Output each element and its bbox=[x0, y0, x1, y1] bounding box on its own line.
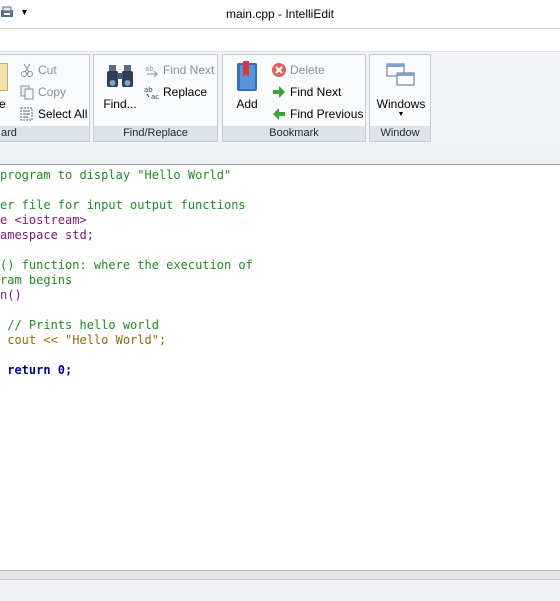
copy-button[interactable]: Copy bbox=[19, 83, 66, 101]
cut-icon bbox=[19, 62, 35, 78]
svg-text:ac: ac bbox=[151, 93, 159, 100]
replace-icon: ab ac bbox=[144, 84, 160, 101]
bookmark-group-label: Bookmark bbox=[223, 126, 365, 141]
code-line-11: // Prints hello world bbox=[0, 318, 159, 332]
select-all-label: Select All bbox=[38, 107, 88, 121]
code-line-1: program to display "Hello World" bbox=[0, 168, 232, 182]
windows-dropdown-icon: ▼ bbox=[397, 111, 405, 118]
document-tab-bar bbox=[0, 144, 560, 165]
window-title: main.cpp - IntelliEdit bbox=[225, 7, 335, 21]
code-line-4: e <iostream> bbox=[0, 213, 87, 227]
cut-label: Cut bbox=[38, 63, 57, 77]
find-next-button[interactable]: ab Find Next bbox=[144, 61, 214, 79]
code-line-3: er file for input output functions bbox=[0, 198, 246, 212]
clipboard-group: e Cut Copy Select All ard bbox=[0, 54, 90, 142]
bookmark-find-next-button[interactable]: Find Next bbox=[271, 83, 341, 101]
find-label: Find... bbox=[103, 97, 137, 111]
bookmark-find-previous-label: Find Previous bbox=[290, 107, 364, 121]
find-replace-group: Find... ab Find Next ab ac Replace Find/R… bbox=[93, 54, 218, 142]
window-group-label: Window bbox=[370, 126, 430, 141]
bookmark-find-previous-button[interactable]: Find Previous bbox=[271, 105, 363, 123]
cut-button[interactable]: Cut bbox=[19, 61, 57, 79]
arrow-left-icon bbox=[271, 106, 287, 122]
ribbon: e Cut Copy Select All ard Find... ab Fin… bbox=[0, 51, 560, 145]
code-line-8: ram begins bbox=[0, 273, 73, 287]
copy-label: Copy bbox=[38, 85, 67, 99]
status-bar bbox=[0, 579, 560, 601]
code-content: program to display "Hello World" er file… bbox=[0, 168, 253, 378]
svg-text:ab: ab bbox=[145, 65, 154, 73]
clipboard-group-label: ard bbox=[0, 126, 89, 141]
code-line-5: amespace std; bbox=[0, 228, 94, 242]
window-group: Windows ▼ Window bbox=[369, 54, 431, 142]
windows-button[interactable]: Windows ▼ bbox=[372, 61, 430, 119]
code-line-12: cout << "Hello World"; bbox=[0, 333, 167, 347]
code-line-9: n() bbox=[0, 288, 22, 302]
bookmark-icon bbox=[231, 61, 263, 93]
code-editor[interactable]: program to display "Hello World" er file… bbox=[0, 165, 560, 570]
select-all-icon bbox=[19, 106, 35, 122]
paste-icon bbox=[0, 63, 8, 91]
binoculars-icon bbox=[104, 61, 136, 93]
horizontal-scrollbar[interactable] bbox=[0, 570, 560, 579]
add-label: Add bbox=[236, 97, 258, 111]
replace-label: Replace bbox=[163, 85, 208, 99]
windows-icon bbox=[385, 61, 417, 93]
paste-label: e bbox=[0, 97, 6, 111]
title-bar: ▼ main.cpp - IntelliEdit bbox=[0, 0, 560, 29]
select-all-button[interactable]: Select All bbox=[19, 105, 87, 123]
copy-icon bbox=[19, 84, 35, 100]
arrow-right-icon bbox=[271, 84, 287, 100]
windows-label: Windows bbox=[376, 97, 426, 111]
paste-button[interactable]: e bbox=[0, 63, 11, 123]
find-button[interactable]: Find... bbox=[100, 61, 140, 111]
find-next-icon: ab bbox=[144, 62, 160, 78]
find-replace-group-label: Find/Replace bbox=[94, 126, 217, 141]
replace-button[interactable]: ab ac Replace bbox=[144, 83, 207, 101]
delete-label: Delete bbox=[290, 63, 325, 77]
bookmark-find-next-label: Find Next bbox=[290, 85, 342, 99]
code-line-14: return 0; bbox=[0, 363, 73, 377]
find-next-label: Find Next bbox=[163, 63, 215, 77]
bookmark-group: Add Delete Find Next Find Previous Bookm… bbox=[222, 54, 366, 142]
ribbon-tab-strip bbox=[0, 29, 560, 51]
delete-bookmark-button[interactable]: Delete bbox=[271, 61, 325, 79]
delete-icon bbox=[271, 62, 287, 78]
code-line-7: () function: where the execution of bbox=[0, 258, 253, 272]
add-bookmark-button[interactable]: Add bbox=[229, 61, 265, 111]
